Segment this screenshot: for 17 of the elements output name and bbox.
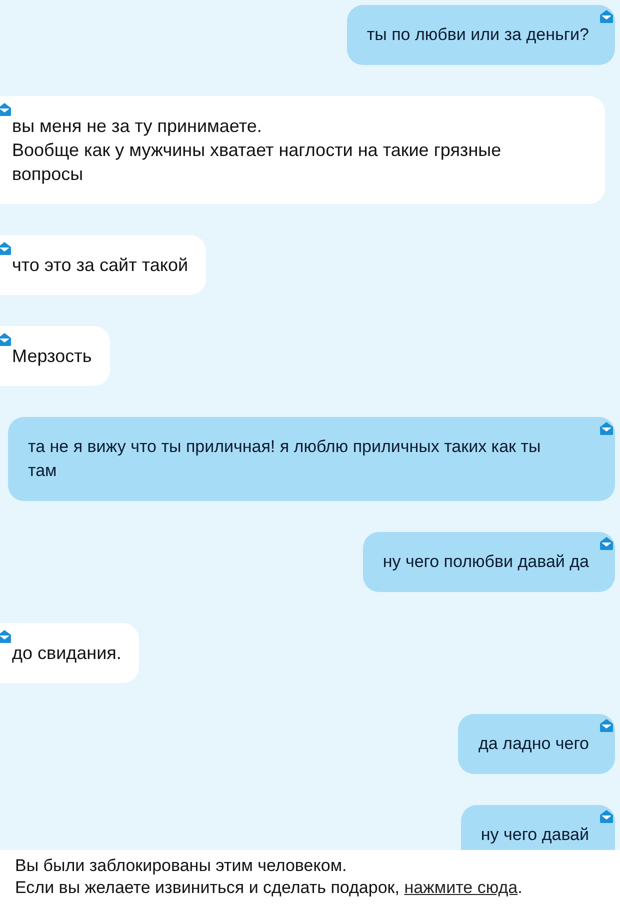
envelope-icon [599,536,614,551]
message-text: ну чего полюбви давай да [382,551,589,573]
message-text: что это за сайт такой [12,254,188,277]
message-text: ты по любви или за деньги? [366,24,589,46]
apology-prompt-text: Если вы желаете извиниться и сделать подарок, нажмите сюда. [15,877,524,899]
gift-link[interactable]: нажмите сюда [404,878,518,897]
envelope-icon [599,718,614,733]
message-text: до свидания. [12,642,122,665]
message-text: ну чего давай [480,824,589,846]
envelope-icon [599,421,614,436]
message-text: да ладно чего [478,733,589,755]
message-text: вы меня не за ту принимаете. Вообще как у мужчины хватает наглости на такие грязные вопросы [12,115,502,186]
message-text: та не я вижу что ты приличная! я люблю приличных таких как ты там [28,436,542,482]
blocked-message: Вы были заблокированы этим человеком. [15,855,348,877]
envelope-icon [599,9,614,24]
message-text: Мерзость [12,345,92,368]
envelope-icon [599,809,614,824]
